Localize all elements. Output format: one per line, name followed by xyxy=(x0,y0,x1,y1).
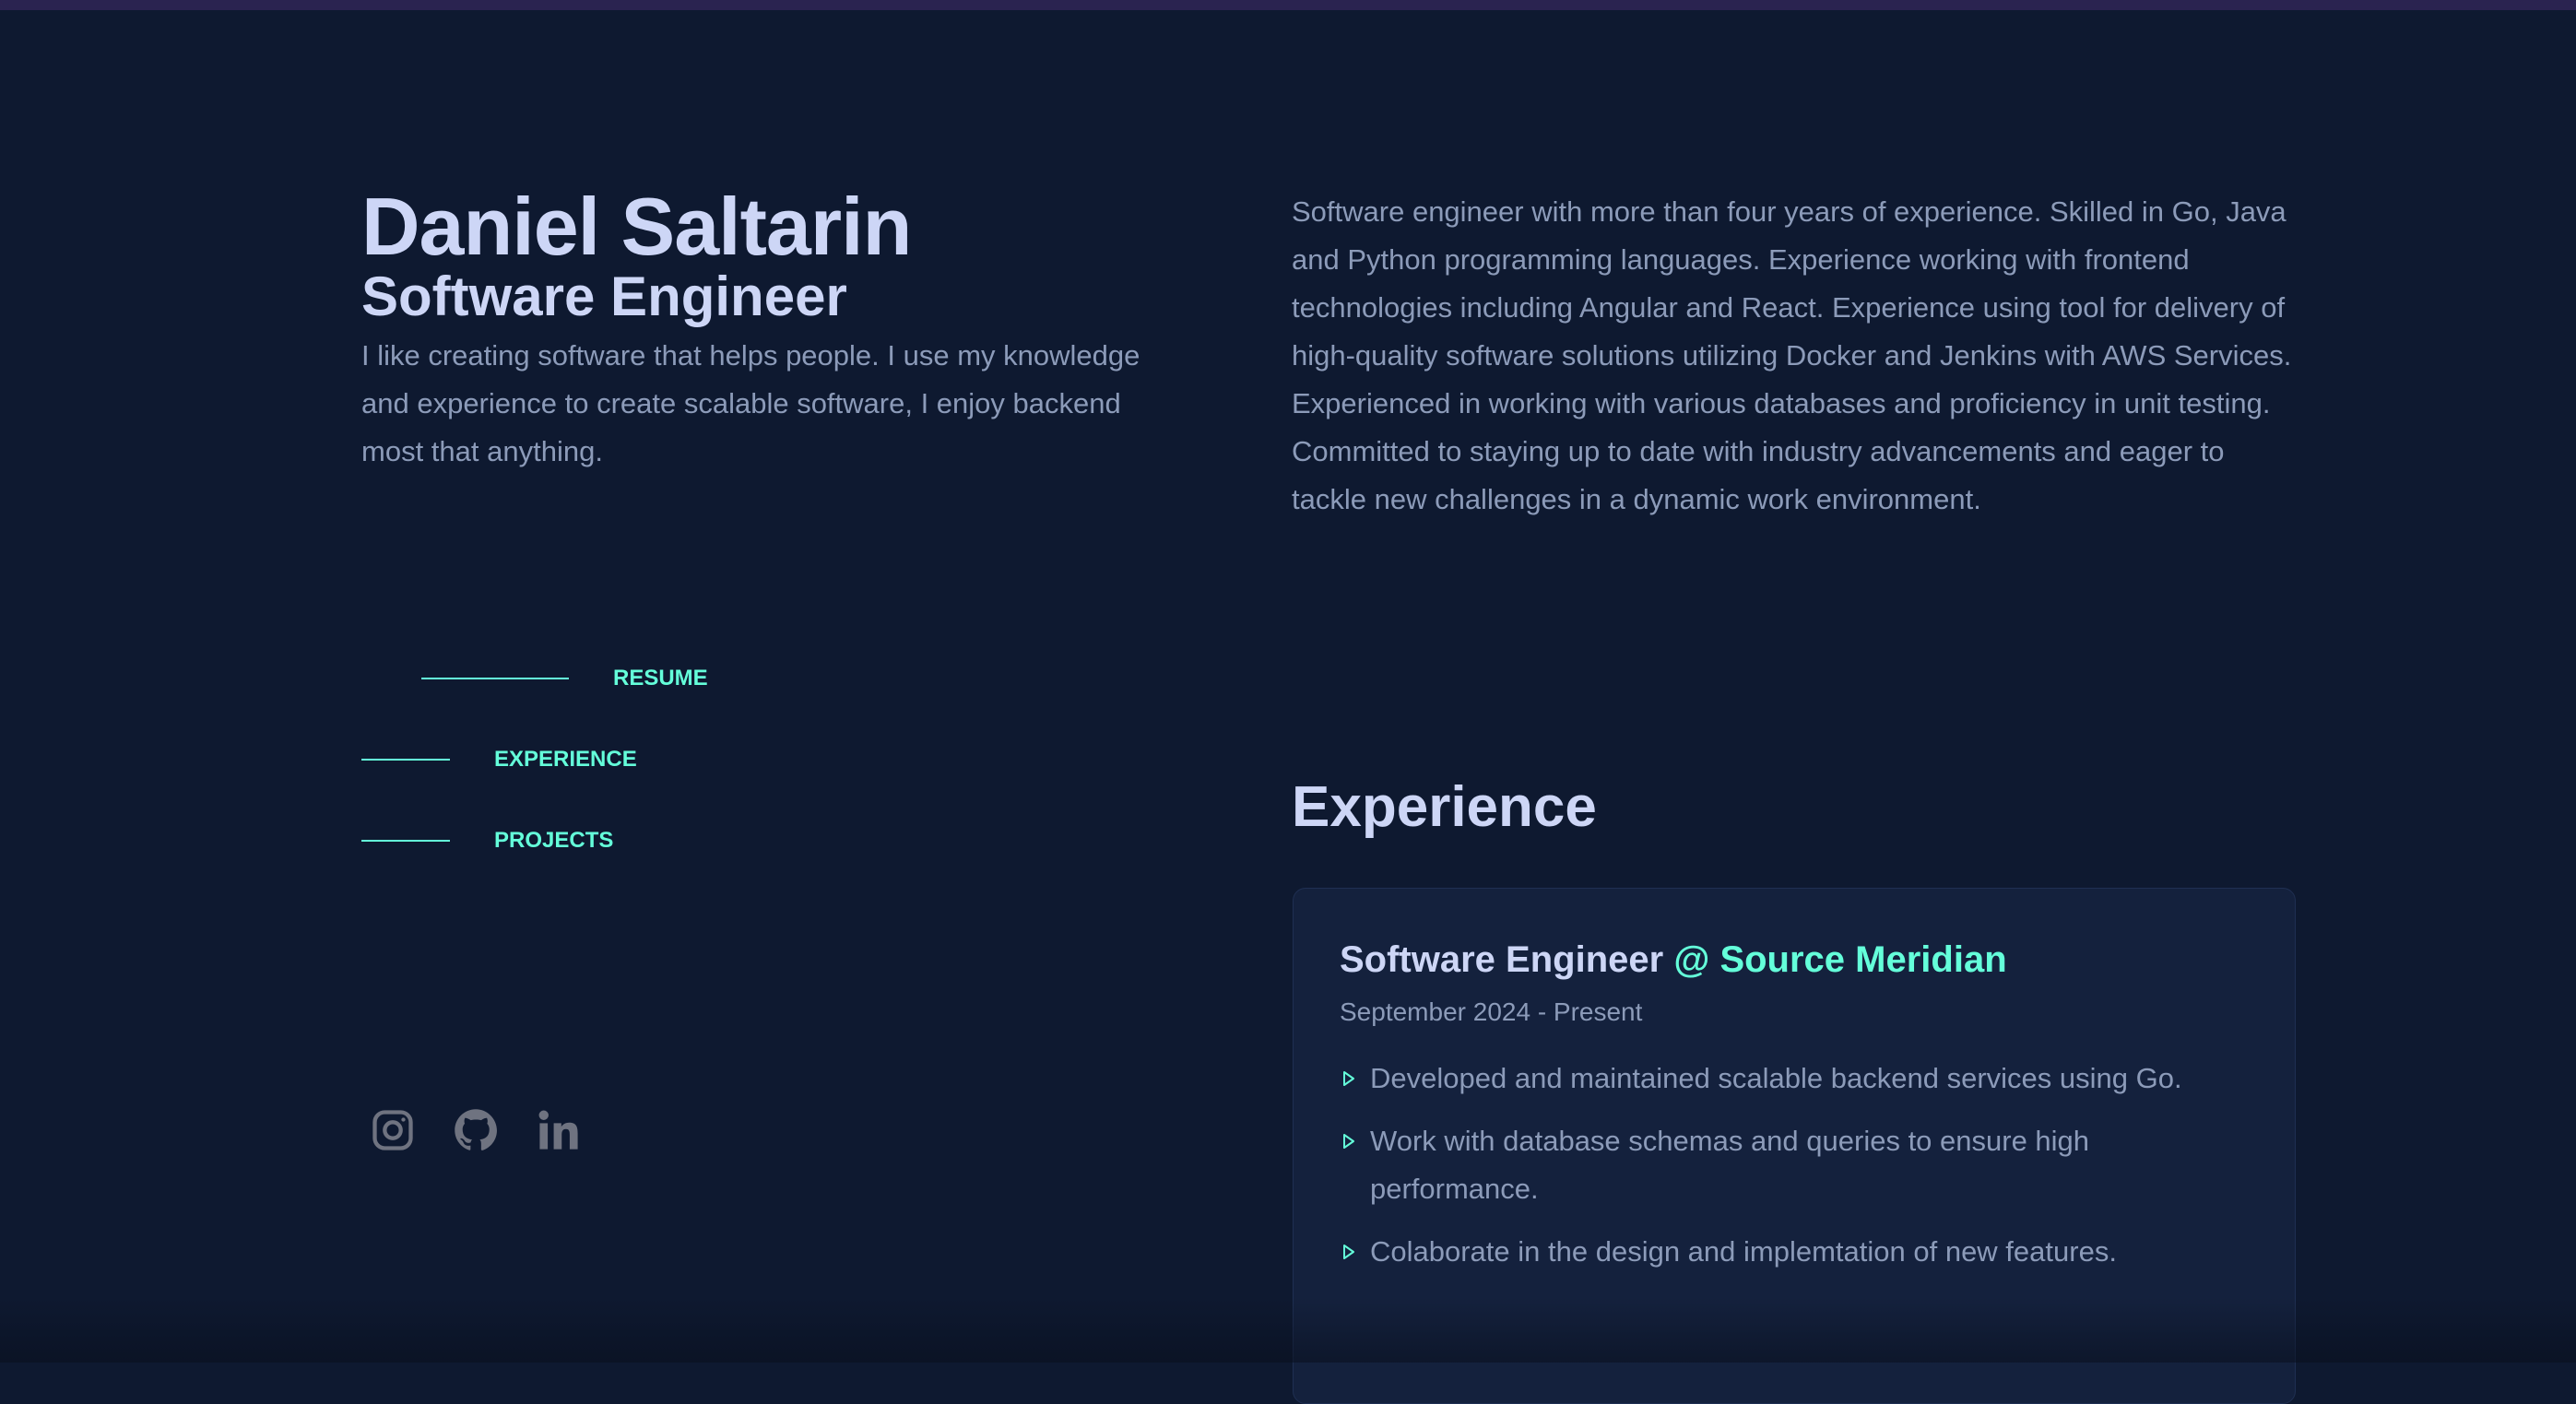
nav-item-experience[interactable]: EXPERIENCE xyxy=(361,747,637,773)
triangle-bullet-icon xyxy=(1342,1244,1355,1260)
job-bullets: Developed and maintained scalable backen… xyxy=(1340,1055,2249,1276)
nav-indicator-line xyxy=(361,840,450,842)
top-accent-bar xyxy=(0,0,2576,10)
social-links xyxy=(369,1106,583,1154)
bullet-text: Work with database schemas and queries t… xyxy=(1370,1125,2089,1205)
triangle-bullet-icon xyxy=(1342,1133,1355,1150)
nav-item-label: EXPERIENCE xyxy=(494,747,637,773)
nav-indicator-line xyxy=(361,759,450,761)
hero-role: Software Engineer xyxy=(361,265,847,329)
job-title: Software Engineer xyxy=(1340,939,1663,980)
nav-indicator-line xyxy=(421,678,569,679)
instagram-link[interactable] xyxy=(369,1106,417,1154)
job-dates: September 2024 - Present xyxy=(1340,996,2249,1029)
job-company: @ Source Meridian xyxy=(1673,939,2006,980)
hero-tagline: I like creating software that helps peop… xyxy=(361,332,1173,476)
triangle-bullet-icon xyxy=(1342,1070,1355,1087)
nav-item-label: RESUME xyxy=(613,666,708,691)
experience-card[interactable]: Software Engineer @ Source Meridian Sept… xyxy=(1293,888,2296,1404)
nav-item-projects[interactable]: PROJECTS xyxy=(361,828,613,854)
github-link[interactable] xyxy=(452,1106,500,1154)
about-text: Software engineer with more than four ye… xyxy=(1292,188,2306,524)
list-item: Colaborate in the design and implemtatio… xyxy=(1340,1228,2249,1276)
linkedin-icon xyxy=(535,1106,583,1154)
hero-name: Daniel Saltarin xyxy=(361,181,911,273)
nav-item-resume[interactable]: RESUME xyxy=(421,666,708,691)
github-icon xyxy=(452,1106,500,1154)
linkedin-link[interactable] xyxy=(535,1106,583,1154)
bullet-text: Colaborate in the design and implemtatio… xyxy=(1370,1235,2117,1268)
job-title-line: Software Engineer @ Source Meridian xyxy=(1340,937,2249,983)
list-item: Work with database schemas and queries t… xyxy=(1340,1117,2249,1213)
instagram-icon xyxy=(369,1106,417,1154)
nav-item-label: PROJECTS xyxy=(494,828,613,854)
experience-heading: Experience xyxy=(1292,774,1597,840)
bullet-text: Developed and maintained scalable backen… xyxy=(1370,1062,2182,1094)
list-item: Developed and maintained scalable backen… xyxy=(1340,1055,2249,1103)
